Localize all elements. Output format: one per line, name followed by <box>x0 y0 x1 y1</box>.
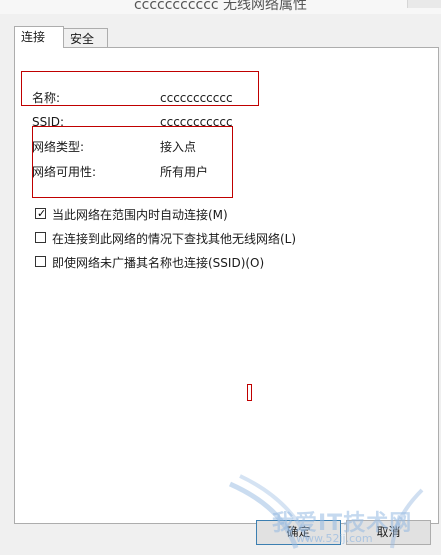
availability-label: 网络可用性: <box>32 165 97 179</box>
ssid-label: SSID: <box>32 115 65 129</box>
network-type-value: 接入点 <box>160 140 197 154</box>
tab-security[interactable]: 安全 <box>63 28 108 48</box>
dialog-body: 连接 安全 名称: ccccccccccc SSID: ccccccccccc … <box>0 14 441 555</box>
annotation-box-type <box>32 126 233 198</box>
ok-button[interactable]: 确定 <box>256 520 341 545</box>
checkmark-icon: ✓ <box>37 207 47 220</box>
auto-connect-label[interactable]: 当此网络在范围内时自动连接(M) <box>52 206 228 224</box>
title-bar: ccccccccccc 无线网络属性 <box>0 0 441 14</box>
auto-connect-checkbox[interactable]: ✓ <box>35 207 46 220</box>
tab-connection[interactable]: 连接 <box>14 26 64 48</box>
annotation-mark <box>247 384 252 401</box>
connection-panel: 名称: ccccccccccc SSID: ccccccccccc 网络类型: … <box>14 47 439 524</box>
name-row: 名称: ccccccccccc <box>32 89 412 107</box>
network-type-row: 网络类型: 接入点 <box>32 138 412 156</box>
find-other-networks-label[interactable]: 在连接到此网络的情况下查找其他无线网络(L) <box>52 230 296 248</box>
availability-value: 所有用户 <box>160 165 209 179</box>
find-other-networks-checkbox[interactable] <box>35 232 46 243</box>
ssid-row: SSID: ccccccccccc <box>32 113 412 131</box>
ssid-value: ccccccccccc <box>160 115 233 129</box>
availability-row: 网络可用性: 所有用户 <box>32 163 412 181</box>
network-type-label: 网络类型: <box>32 140 85 154</box>
cancel-button[interactable]: 取消 <box>346 520 431 545</box>
hidden-ssid-checkbox[interactable] <box>35 256 46 267</box>
name-label: 名称: <box>32 91 61 105</box>
window-title: ccccccccccc 无线网络属性 <box>133 0 308 13</box>
hidden-ssid-label[interactable]: 即使网络未广播其名称也连接(SSID)(O) <box>52 254 264 272</box>
name-value: ccccccccccc <box>160 91 233 105</box>
close-button[interactable] <box>407 0 441 8</box>
